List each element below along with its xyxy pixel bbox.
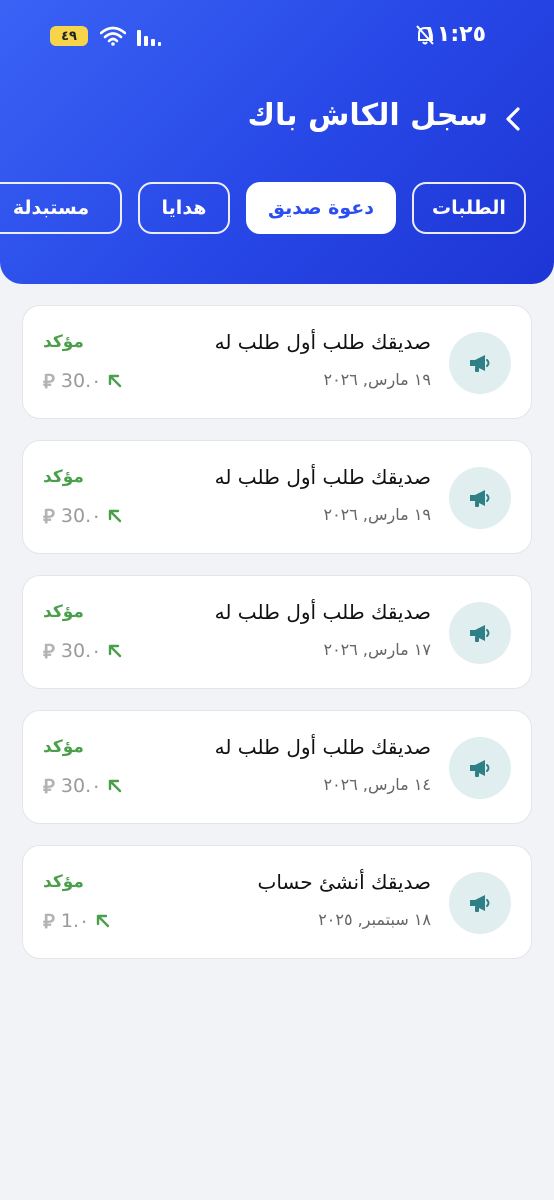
currency-symbol: ⃁ (43, 369, 55, 393)
tab-orders[interactable]: الطلبات (412, 182, 526, 234)
item-date: ١٤ مارس, ٢٠٢٦ (323, 775, 431, 794)
tab-label: مستبدلة (12, 197, 90, 219)
item-date: ١٧ مارس, ٢٠٢٦ (323, 640, 431, 659)
list-item[interactable]: صديقك طلب أول طلب له ١٩ مارس, ٢٠٢٦ مؤكد … (22, 440, 532, 554)
list-item[interactable]: صديقك طلب أول طلب له ١٤ مارس, ٢٠٢٦ مؤكد … (22, 710, 532, 824)
tab-gifts[interactable]: هدايا (138, 182, 230, 234)
item-amount: ⃁ 30.٠ (43, 368, 123, 394)
status-badge: مؤكد (43, 467, 84, 487)
megaphone-icon (470, 355, 490, 372)
megaphone-icon (470, 490, 490, 507)
amount-value: 30.٠ (60, 775, 102, 797)
currency-symbol: ⃁ (43, 909, 55, 933)
item-date: ١٩ مارس, ٢٠٢٦ (323, 505, 431, 524)
battery-indicator: ٤٩ (50, 26, 88, 46)
tab-label: الطلبات (432, 197, 506, 219)
tab-bar: الطلبات دعوة صديق هدايا مستبدلة (0, 182, 554, 238)
item-title: صديقك طلب أول طلب له (214, 330, 431, 354)
icon-badge (449, 872, 511, 934)
tab-redeemed[interactable]: مستبدلة (0, 182, 122, 234)
list-item[interactable]: صديقك أنشئ حساب ١٨ سبتمبر, ٢٠٢٥ مؤكد ⃁ 1… (22, 845, 532, 959)
status-badge: مؤكد (43, 737, 84, 757)
megaphone-icon (470, 625, 490, 642)
icon-badge (449, 602, 511, 664)
arrow-up-left-icon (109, 374, 122, 388)
amount-value: 30.٠ (60, 370, 102, 392)
list-item[interactable]: صديقك طلب أول طلب له ١٧ مارس, ٢٠٢٦ مؤكد … (22, 575, 532, 689)
icon-badge (449, 737, 511, 799)
item-amount: ⃁ 1.٠ (43, 908, 111, 934)
arrow-up-left-icon (109, 509, 122, 523)
tab-invite-friend[interactable]: دعوة صديق (246, 182, 396, 234)
signal-icon (137, 30, 161, 46)
megaphone-icon (470, 895, 490, 912)
megaphone-icon (470, 760, 490, 777)
amount-value: 30.٠ (60, 640, 102, 662)
page-title: سجل الكاش باك (247, 98, 488, 133)
currency-symbol: ⃁ (43, 774, 55, 798)
list-item[interactable]: صديقك طلب أول طلب له ١٩ مارس, ٢٠٢٦ مؤكد … (22, 305, 532, 419)
currency-symbol: ⃁ (43, 639, 55, 663)
tab-label: دعوة صديق (267, 197, 375, 219)
item-title: صديقك طلب أول طلب له (214, 465, 431, 489)
item-title: صديقك طلب أول طلب له (214, 600, 431, 624)
icon-badge (449, 332, 511, 394)
header: ٤٩ ١١:٢٥ سجل الكاش باك الطلبات دعوة صديق… (0, 0, 554, 284)
item-date: ١٩ مارس, ٢٠٢٦ (323, 370, 431, 389)
wifi-icon (100, 26, 126, 46)
tab-label: هدايا (161, 197, 207, 219)
item-amount: ⃁ 30.٠ (43, 638, 123, 664)
status-badge: مؤكد (43, 602, 84, 622)
item-date: ١٨ سبتمبر, ٢٠٢٥ (318, 910, 431, 929)
chevron-left-icon[interactable] (502, 104, 526, 134)
item-title: صديقك طلب أول طلب له (214, 735, 431, 759)
arrow-up-left-icon (109, 644, 122, 658)
currency-symbol: ⃁ (43, 504, 55, 528)
item-title: صديقك أنشئ حساب (257, 870, 432, 894)
status-badge: مؤكد (43, 332, 84, 352)
icon-badge (449, 467, 511, 529)
arrow-up-left-icon (97, 914, 110, 928)
arrow-up-left-icon (109, 779, 122, 793)
battery-level: ٤٩ (61, 28, 77, 44)
amount-value: 30.٠ (60, 505, 102, 527)
item-amount: ⃁ 30.٠ (43, 503, 123, 529)
status-time: ١١:٢٥ (423, 22, 486, 47)
status-badge: مؤكد (43, 872, 84, 892)
amount-value: 1.٠ (60, 910, 90, 932)
item-amount: ⃁ 30.٠ (43, 773, 123, 799)
